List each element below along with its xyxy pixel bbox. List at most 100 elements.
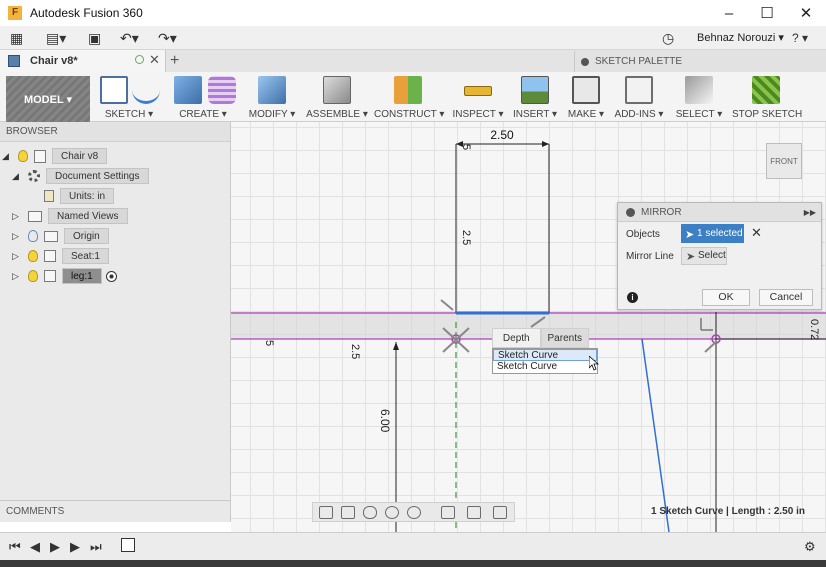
user-account-menu[interactable]: Behnaz Norouzi ▾ bbox=[697, 31, 784, 44]
display-settings-icon[interactable] bbox=[441, 506, 455, 519]
clear-selection-icon[interactable]: ✕ bbox=[751, 225, 762, 241]
expand-triangle-icon[interactable]: ▷ bbox=[12, 211, 22, 222]
save-icon[interactable]: ▣ bbox=[88, 30, 101, 46]
browser-item-leg[interactable]: ▷ leg:1 bbox=[12, 267, 117, 285]
comments-panel[interactable]: COMMENTS bbox=[0, 500, 231, 522]
tab-depth[interactable]: Depth bbox=[492, 328, 541, 348]
expand-dialog-icon[interactable]: ▶▶ bbox=[804, 208, 816, 217]
browser-item-seat[interactable]: ▷ Seat:1 bbox=[12, 247, 109, 265]
look-at-icon[interactable] bbox=[341, 506, 355, 519]
window-title: Autodesk Fusion 360 bbox=[30, 6, 143, 20]
objects-selection-value: 1 selected bbox=[697, 228, 743, 239]
list-item[interactable]: Sketch Curve bbox=[493, 349, 597, 361]
go-to-start-icon[interactable]: ⏮ bbox=[9, 539, 21, 555]
expand-triangle-icon[interactable]: ▷ bbox=[12, 251, 22, 262]
left-dimension-text[interactable]: 2.5 bbox=[349, 344, 361, 359]
visibility-bulb-icon[interactable] bbox=[28, 250, 38, 262]
document-tab[interactable]: Chair v8* ✕ bbox=[0, 50, 166, 72]
fusion-360-window: F Autodesk Fusion 360 – ☐ ✕ ▦ ▤▾ ▣ ↶▾ ↷▾… bbox=[0, 0, 826, 567]
visibility-bulb-off-icon[interactable] bbox=[28, 230, 38, 242]
visibility-bulb-icon[interactable] bbox=[28, 270, 38, 282]
viewcube[interactable]: FRONT bbox=[766, 143, 802, 179]
activate-component-icon[interactable] bbox=[105, 270, 117, 282]
toolbar-group-create[interactable]: CREATE ▾ bbox=[168, 74, 238, 122]
browser-item-units[interactable]: Units: in bbox=[38, 187, 115, 205]
timeline-sketch-feature-icon[interactable] bbox=[121, 538, 135, 552]
toolbar-group-construct[interactable]: CONSTRUCT ▾ bbox=[374, 74, 445, 122]
info-icon[interactable]: i bbox=[627, 292, 638, 303]
toolbar-group-select[interactable]: SELECT ▾ bbox=[672, 74, 726, 122]
toolbar-group-addins[interactable]: ADD-INS ▾ bbox=[612, 74, 666, 122]
browser-item-origin[interactable]: ▷ Origin bbox=[12, 227, 109, 245]
new-tab-button[interactable]: + bbox=[170, 50, 179, 72]
browser-item-named-views[interactable]: ▷ Named Views bbox=[12, 207, 128, 225]
collapse-dialog-icon[interactable] bbox=[626, 207, 635, 217]
step-back-icon[interactable]: ◀ bbox=[30, 539, 40, 555]
file-menu-icon[interactable]: ▤▾ bbox=[46, 30, 66, 46]
toolbar-group-inspect[interactable]: INSPECT ▾ bbox=[450, 74, 506, 122]
toolbar-group-label: CONSTRUCT ▾ bbox=[374, 109, 445, 120]
help-icon[interactable]: ? ▾ bbox=[792, 30, 808, 46]
selection-status-text: 1 Sketch Curve | Length : 2.50 in bbox=[651, 506, 805, 517]
expand-triangle-icon[interactable]: ▷ bbox=[12, 231, 22, 242]
undo-icon[interactable]: ↶▾ bbox=[120, 30, 139, 46]
height-dimension-text[interactable]: 6.00 bbox=[378, 409, 392, 433]
top-dimension-text[interactable]: 5 bbox=[460, 144, 472, 150]
maximize-button[interactable]: ☐ bbox=[748, 0, 786, 26]
redo-icon[interactable]: ↷▾ bbox=[158, 30, 177, 46]
close-window-button[interactable]: ✕ bbox=[787, 0, 825, 26]
close-tab-icon[interactable]: ✕ bbox=[149, 52, 160, 68]
cancel-button[interactable]: Cancel bbox=[759, 289, 813, 306]
right-dimension-text[interactable]: 0.72 bbox=[808, 319, 820, 340]
edge-dimension-text[interactable]: 5 bbox=[263, 340, 275, 346]
browser-item-document-settings[interactable]: ◢ Document Settings bbox=[12, 167, 149, 185]
toolbar-group-insert[interactable]: INSERT ▾ bbox=[510, 74, 560, 122]
expand-triangle-icon[interactable]: ▷ bbox=[12, 271, 22, 282]
viewports-icon[interactable] bbox=[493, 506, 507, 519]
orbit-icon[interactable] bbox=[319, 506, 333, 519]
component-icon bbox=[44, 270, 56, 282]
toolbar-group-label: ADD-INS ▾ bbox=[614, 109, 664, 120]
browser-header[interactable]: BROWSER bbox=[0, 122, 230, 142]
job-status-clock-icon[interactable]: ◷ bbox=[662, 30, 674, 46]
toolbar-group-label: SELECT ▾ bbox=[675, 109, 723, 120]
design-canvas[interactable]: 2.50 2.5 5 2.5 5 6.00 0.72 bbox=[231, 122, 826, 532]
ok-button[interactable]: OK bbox=[702, 289, 750, 306]
width-dimension-text[interactable]: 2.50 bbox=[490, 128, 514, 142]
go-to-end-icon[interactable]: ⏭ bbox=[90, 539, 102, 555]
mirror-line-selection-button[interactable]: ➤ Select bbox=[681, 247, 727, 265]
vertical-dimension-text[interactable]: 2.5 bbox=[460, 230, 472, 245]
objects-selection-button[interactable]: ➤ 1 selected bbox=[681, 224, 744, 243]
component-icon bbox=[44, 250, 56, 262]
toolbar-group-make[interactable]: MAKE ▾ bbox=[564, 74, 608, 122]
data-panel-grid-icon[interactable]: ▦ bbox=[10, 30, 23, 46]
navigation-toolbar bbox=[312, 502, 515, 522]
grid-snap-icon[interactable] bbox=[467, 506, 481, 519]
zoom-icon[interactable] bbox=[385, 506, 399, 519]
browser-item-root[interactable]: ◢ Chair v8 bbox=[2, 147, 108, 165]
tab-parents[interactable]: Parents bbox=[540, 328, 589, 348]
viewcube-face-label: FRONT bbox=[770, 157, 798, 166]
list-item[interactable]: Sketch Curve bbox=[493, 361, 597, 373]
step-forward-icon[interactable]: ▶ bbox=[70, 539, 80, 555]
fit-view-icon[interactable] bbox=[407, 506, 421, 519]
collapse-triangle-icon[interactable]: ◢ bbox=[12, 171, 22, 182]
mirror-dialog-header[interactable]: MIRROR ▶▶ bbox=[618, 203, 821, 222]
pan-hand-icon[interactable] bbox=[363, 506, 377, 519]
cursor-arrow-icon: ➤ bbox=[685, 229, 695, 241]
visibility-bulb-icon[interactable] bbox=[18, 150, 28, 162]
document-cube-icon bbox=[8, 55, 20, 67]
play-icon[interactable]: ▶ bbox=[50, 539, 60, 555]
toolbar-group-label: STOP SKETCH bbox=[732, 109, 803, 120]
sketch-palette-header[interactable]: SKETCH PALETTE bbox=[574, 51, 826, 72]
toolbar-group-assemble[interactable]: ASSEMBLE ▾ bbox=[306, 74, 368, 122]
collapse-triangle-icon[interactable]: ◢ bbox=[2, 151, 12, 162]
toolbar-group-modify[interactable]: MODIFY ▾ bbox=[244, 74, 300, 122]
minimize-button[interactable]: – bbox=[710, 0, 748, 26]
toolbar-group-sketch[interactable]: SKETCH ▾ bbox=[96, 74, 162, 122]
timeline-settings-gear-icon[interactable]: ⚙ bbox=[804, 539, 816, 555]
sketch-geometry: 2.50 2.5 5 2.5 5 6.00 0.72 bbox=[231, 128, 826, 532]
workspace-switcher[interactable]: MODEL ▾ bbox=[6, 76, 90, 122]
stop-sketch-button[interactable]: STOP SKETCH bbox=[732, 74, 803, 122]
selection-candidates-list: Sketch Curve Sketch Curve bbox=[492, 348, 598, 374]
